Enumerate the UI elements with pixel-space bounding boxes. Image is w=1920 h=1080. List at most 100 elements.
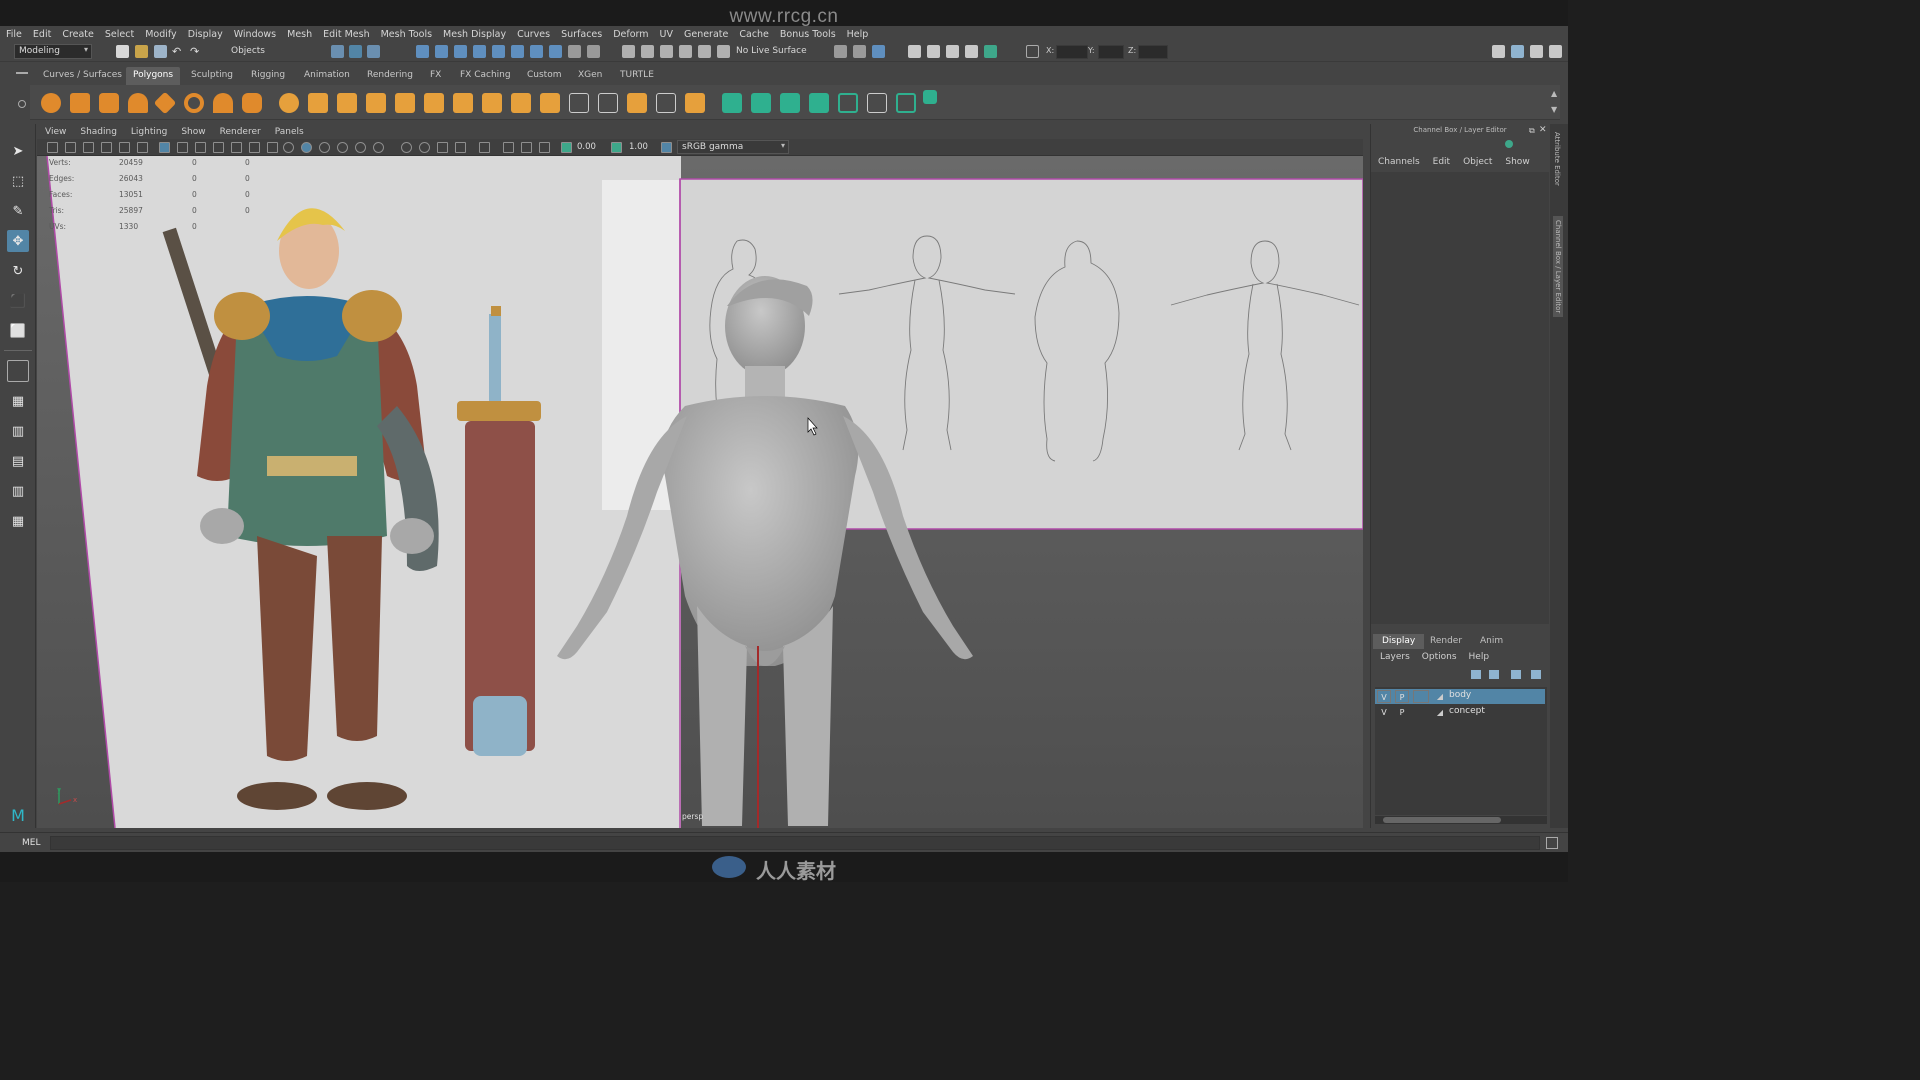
film-gate-icon[interactable]	[177, 142, 188, 153]
motion-blur-icon[interactable]	[419, 142, 430, 153]
poly-cylinder-icon[interactable]	[99, 93, 119, 113]
poly-cube-icon[interactable]	[70, 93, 90, 113]
checker-icon[interactable]	[867, 93, 887, 113]
move-tool-icon[interactable]: ✥	[7, 230, 29, 252]
undo-icon[interactable]: ↶	[172, 45, 185, 58]
new-layer-from-selection-icon[interactable]	[1531, 670, 1541, 679]
layer-display-type-toggle[interactable]	[1413, 690, 1429, 703]
menu-windows[interactable]: Windows	[234, 29, 276, 40]
bevel-icon[interactable]	[395, 93, 415, 113]
light-editor-icon[interactable]	[965, 45, 978, 58]
scale-tool-icon[interactable]: ⬛	[7, 290, 29, 312]
menu-uv[interactable]: UV	[660, 29, 673, 40]
layer-row-body[interactable]: V P ◢ body	[1375, 689, 1545, 704]
menu-surfaces[interactable]: Surfaces	[561, 29, 602, 40]
tool-settings-icon[interactable]	[1530, 45, 1543, 58]
y-field[interactable]	[1098, 45, 1124, 59]
move-layer-up-icon[interactable]	[1471, 670, 1481, 679]
menu-generate[interactable]: Generate	[684, 29, 728, 40]
exposure-icon[interactable]	[561, 142, 572, 153]
layer-name[interactable]: concept	[1449, 706, 1485, 716]
anti-aliasing-icon[interactable]	[437, 142, 448, 153]
cb-menu-show[interactable]: Show	[1505, 157, 1529, 171]
grid-icon[interactable]	[159, 142, 170, 153]
exposure-value[interactable]: 0.00	[577, 142, 596, 152]
menu-file[interactable]: File	[6, 29, 22, 40]
multi-cut-icon[interactable]	[569, 93, 589, 113]
z-field[interactable]	[1138, 45, 1168, 59]
shelf-tab-custom[interactable]: Custom	[520, 67, 568, 85]
textured-icon[interactable]	[337, 142, 348, 153]
command-input[interactable]	[50, 836, 1540, 850]
shelf-tab-fx-caching[interactable]: FX Caching	[453, 67, 518, 85]
hypershade-layout-icon[interactable]: ▥	[7, 480, 29, 502]
select-tool-icon[interactable]: ➤	[7, 140, 29, 162]
live-surface-label[interactable]: No Live Surface	[736, 46, 807, 56]
snap-view-plane-icon[interactable]	[473, 45, 486, 58]
arnold-render-icon[interactable]	[984, 45, 997, 58]
shelf-tab-xgen[interactable]: XGen	[571, 67, 609, 85]
construction-history-icon[interactable]	[660, 45, 673, 58]
cylindrical-uv-icon[interactable]	[751, 93, 771, 113]
save-scene-icon[interactable]	[154, 45, 167, 58]
planar-uv-icon[interactable]	[722, 93, 742, 113]
layer-visibility-toggle[interactable]: V	[1377, 706, 1391, 719]
vp-menu-view[interactable]: View	[45, 127, 66, 137]
vp-menu-show[interactable]: Show	[181, 127, 205, 137]
persp-outliner-layout-icon[interactable]: ▥	[7, 420, 29, 442]
menu-mesh-tools[interactable]: Mesh Tools	[381, 29, 432, 40]
safe-title-icon[interactable]	[267, 142, 278, 153]
safe-action-icon[interactable]	[249, 142, 260, 153]
close-icon[interactable]: ✕	[1539, 125, 1547, 135]
layer-tab-display[interactable]: Display	[1373, 634, 1425, 649]
layer-playback-toggle[interactable]: P	[1395, 706, 1409, 719]
ambient-occlusion-icon[interactable]	[401, 142, 412, 153]
persp-graph-layout-icon[interactable]: ▤	[7, 450, 29, 472]
menu-curves[interactable]: Curves	[517, 29, 550, 40]
menu-mesh-display[interactable]: Mesh Display	[443, 29, 506, 40]
paint-select-icon[interactable]: ✎	[7, 200, 29, 222]
extrude-icon[interactable]	[453, 93, 473, 113]
outliner-layout-icon[interactable]: ▦	[7, 510, 29, 532]
shelf-scroll-down-icon[interactable]: ▼	[1551, 105, 1557, 114]
triangulate-icon[interactable]	[685, 93, 705, 113]
move-layer-down-icon[interactable]	[1489, 670, 1499, 679]
layer-menu-layers[interactable]: Layers	[1380, 652, 1410, 666]
shelf-tab-rendering[interactable]: Rendering	[360, 67, 420, 85]
wireframe-icon[interactable]	[283, 142, 294, 153]
poly-pipe-icon[interactable]	[242, 93, 262, 113]
history-icon[interactable]	[622, 45, 635, 58]
rotate-tool-icon[interactable]: ↻	[7, 260, 29, 282]
poly-plane-icon[interactable]	[153, 91, 177, 115]
snap-curve-icon[interactable]	[435, 45, 448, 58]
last-tool-icon[interactable]: ⬜	[7, 320, 29, 342]
two-d-pan-icon[interactable]	[119, 142, 130, 153]
menu-edit-mesh[interactable]: Edit Mesh	[323, 29, 369, 40]
vp-menu-panels[interactable]: Panels	[275, 127, 304, 137]
menu-edit[interactable]: Edit	[33, 29, 51, 40]
lock-icon[interactable]	[568, 45, 581, 58]
render-current-icon[interactable]	[853, 45, 866, 58]
layer-playback-toggle[interactable]: P	[1395, 690, 1409, 703]
x-field[interactable]	[1056, 45, 1088, 59]
shelf-tab-animation[interactable]: Animation	[297, 67, 357, 85]
shelf-tab-sculpting[interactable]: Sculpting	[184, 67, 240, 85]
transform-fields-icon[interactable]	[1026, 45, 1039, 58]
shelf-tab-fx[interactable]: FX	[423, 67, 448, 85]
menu-select[interactable]: Select	[105, 29, 134, 40]
render-setup-icon[interactable]	[946, 45, 959, 58]
insert-edge-loop-icon[interactable]	[598, 93, 618, 113]
snap-grid-icon[interactable]	[416, 45, 429, 58]
new-empty-layer-icon[interactable]	[1511, 670, 1521, 679]
hypershade-icon[interactable]	[927, 45, 940, 58]
xray-components-icon[interactable]	[539, 142, 550, 153]
attribute-editor-toggle-icon[interactable]	[1511, 45, 1524, 58]
smooth-icon[interactable]	[366, 93, 386, 113]
render-settings-icon[interactable]	[908, 45, 921, 58]
new-scene-icon[interactable]	[116, 45, 129, 58]
menu-cache[interactable]: Cache	[739, 29, 769, 40]
poly-torus-icon[interactable]	[184, 93, 204, 113]
xray-icon[interactable]	[503, 142, 514, 153]
resolution-gate-icon[interactable]	[195, 142, 206, 153]
layer-tab-render[interactable]: Render	[1421, 634, 1471, 649]
